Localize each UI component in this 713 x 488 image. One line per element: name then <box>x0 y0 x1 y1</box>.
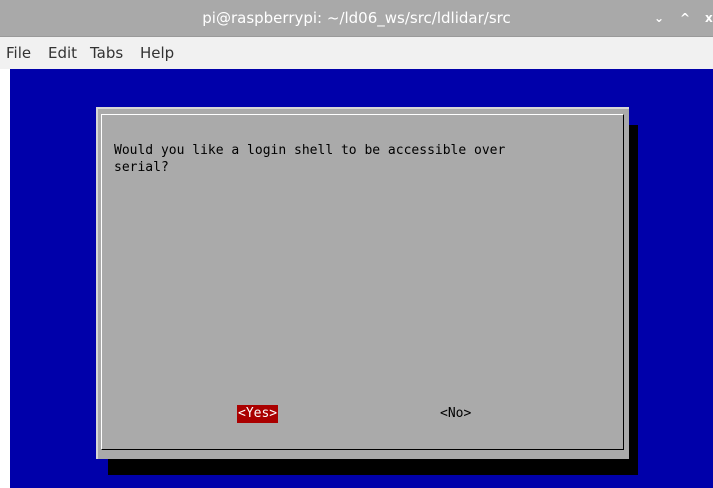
window-title: pi@raspberrypi: ~/ld06_ws/src/ldlidar/sr… <box>202 9 511 27</box>
menubar: File Edit Tabs Help <box>0 37 713 69</box>
dialog-question: Would you like a login shell to be acces… <box>114 143 506 175</box>
menu-file[interactable]: File <box>6 37 31 69</box>
menu-edit[interactable]: Edit <box>48 37 77 69</box>
minimize-icon[interactable]: ⌄ <box>654 0 664 36</box>
close-icon[interactable]: x <box>705 0 713 36</box>
no-button[interactable]: <No> <box>439 405 472 423</box>
menu-help[interactable]: Help <box>140 37 174 69</box>
menu-tabs[interactable]: Tabs <box>90 37 123 69</box>
window-titlebar: pi@raspberrypi: ~/ld06_ws/src/ldlidar/sr… <box>0 0 713 37</box>
yes-button[interactable]: <Yes> <box>237 405 279 423</box>
maximize-icon[interactable]: ^ <box>680 0 690 36</box>
